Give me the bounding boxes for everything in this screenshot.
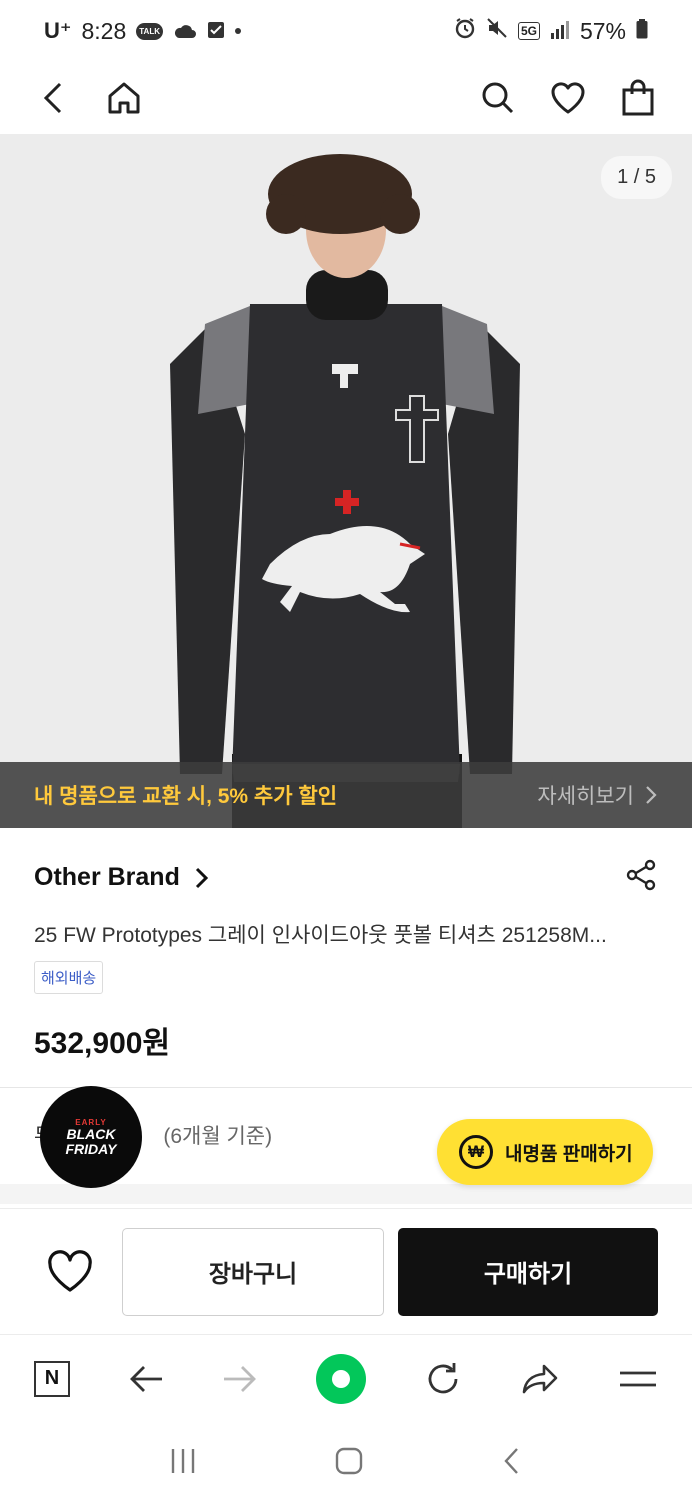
cloud-icon bbox=[173, 18, 197, 45]
bf-black-label: BLACK bbox=[66, 1125, 116, 1142]
browser-toolbar: N bbox=[0, 1334, 692, 1422]
share-arrow-icon[interactable] bbox=[520, 1362, 560, 1396]
android-navigation-bar bbox=[0, 1422, 692, 1500]
menu-icon[interactable] bbox=[618, 1367, 658, 1391]
clock: 8:28 bbox=[81, 17, 127, 44]
overseas-shipping-badge: 해외배송 bbox=[34, 961, 104, 994]
system-back-icon[interactable] bbox=[501, 1446, 523, 1476]
shopping-bag-icon[interactable] bbox=[618, 78, 658, 118]
kakaotalk-icon: TALK bbox=[136, 22, 163, 40]
sell-button-label: 내명품 판매하기 bbox=[505, 1143, 633, 1165]
status-bar: U⁺ 8:28 TALK 5G 57% bbox=[0, 0, 692, 62]
image-counter: 1 / 5 bbox=[601, 156, 672, 199]
chevron-right-icon bbox=[646, 786, 657, 804]
more-notifications-icon bbox=[235, 28, 241, 34]
purchase-action-bar: 장바구니 구매하기 bbox=[0, 1208, 692, 1334]
promo-text: 내 명품으로 교환 시, 5% 추가 할인 bbox=[34, 785, 338, 808]
buy-now-button[interactable]: 구매하기 bbox=[398, 1227, 658, 1316]
top-navigation bbox=[0, 62, 692, 134]
home-button-icon[interactable] bbox=[334, 1446, 364, 1476]
battery-icon bbox=[636, 18, 648, 45]
home-icon[interactable] bbox=[104, 78, 144, 118]
product-image-gallery[interactable]: 1 / 5 내 명품으로 교환 시, 5% 추가 할인 자세히보기 bbox=[0, 134, 692, 828]
installment-months: (6개월 기준) bbox=[163, 1125, 273, 1148]
battery-percent: 57% bbox=[579, 17, 626, 44]
brand-link[interactable]: Other Brand bbox=[34, 863, 180, 892]
network-5g-icon: 5G bbox=[517, 22, 540, 40]
wishlist-heart-icon[interactable] bbox=[46, 1249, 94, 1294]
browser-forward-icon[interactable] bbox=[222, 1364, 258, 1394]
won-coin-icon: ₩ bbox=[459, 1135, 493, 1169]
mute-icon bbox=[486, 17, 508, 45]
search-icon[interactable] bbox=[478, 78, 518, 118]
naver-home-icon[interactable]: N bbox=[34, 1360, 70, 1397]
sell-my-luxury-button[interactable]: ₩ 내명품 판매하기 bbox=[437, 1119, 653, 1185]
chevron-right-icon[interactable] bbox=[194, 866, 210, 890]
checkbox-notification-icon bbox=[207, 18, 225, 45]
recent-apps-icon[interactable] bbox=[169, 1447, 197, 1475]
heart-icon[interactable] bbox=[548, 78, 588, 118]
add-to-cart-button[interactable]: 장바구니 bbox=[122, 1227, 384, 1316]
promo-details-label: 자세히보기 bbox=[537, 785, 634, 808]
promo-details-link[interactable]: 자세히보기 bbox=[537, 780, 658, 810]
product-photo bbox=[170, 154, 520, 828]
bf-friday-label: FRIDAY bbox=[65, 1140, 117, 1157]
greendot-icon[interactable] bbox=[316, 1353, 366, 1404]
alarm-icon bbox=[454, 17, 476, 45]
back-icon[interactable] bbox=[34, 78, 74, 118]
product-price: 532,900원 bbox=[34, 1027, 171, 1060]
product-info: Other Brand 25 FW Prototypes 그레이 인사이드아웃 … bbox=[34, 858, 658, 1062]
section-separator bbox=[0, 1184, 692, 1204]
refresh-icon[interactable] bbox=[424, 1360, 462, 1398]
signal-icon bbox=[550, 18, 570, 45]
browser-back-icon[interactable] bbox=[128, 1364, 164, 1394]
carrier-label: U⁺ bbox=[44, 18, 72, 43]
product-name: 25 FW Prototypes 그레이 인사이드아웃 풋볼 티셔츠 25125… bbox=[34, 924, 607, 947]
share-icon[interactable] bbox=[624, 858, 658, 897]
black-friday-badge[interactable]: EARLY BLACK FRIDAY bbox=[40, 1086, 142, 1188]
exchange-promo-banner[interactable]: 내 명품으로 교환 시, 5% 추가 할인 자세히보기 bbox=[0, 762, 692, 828]
